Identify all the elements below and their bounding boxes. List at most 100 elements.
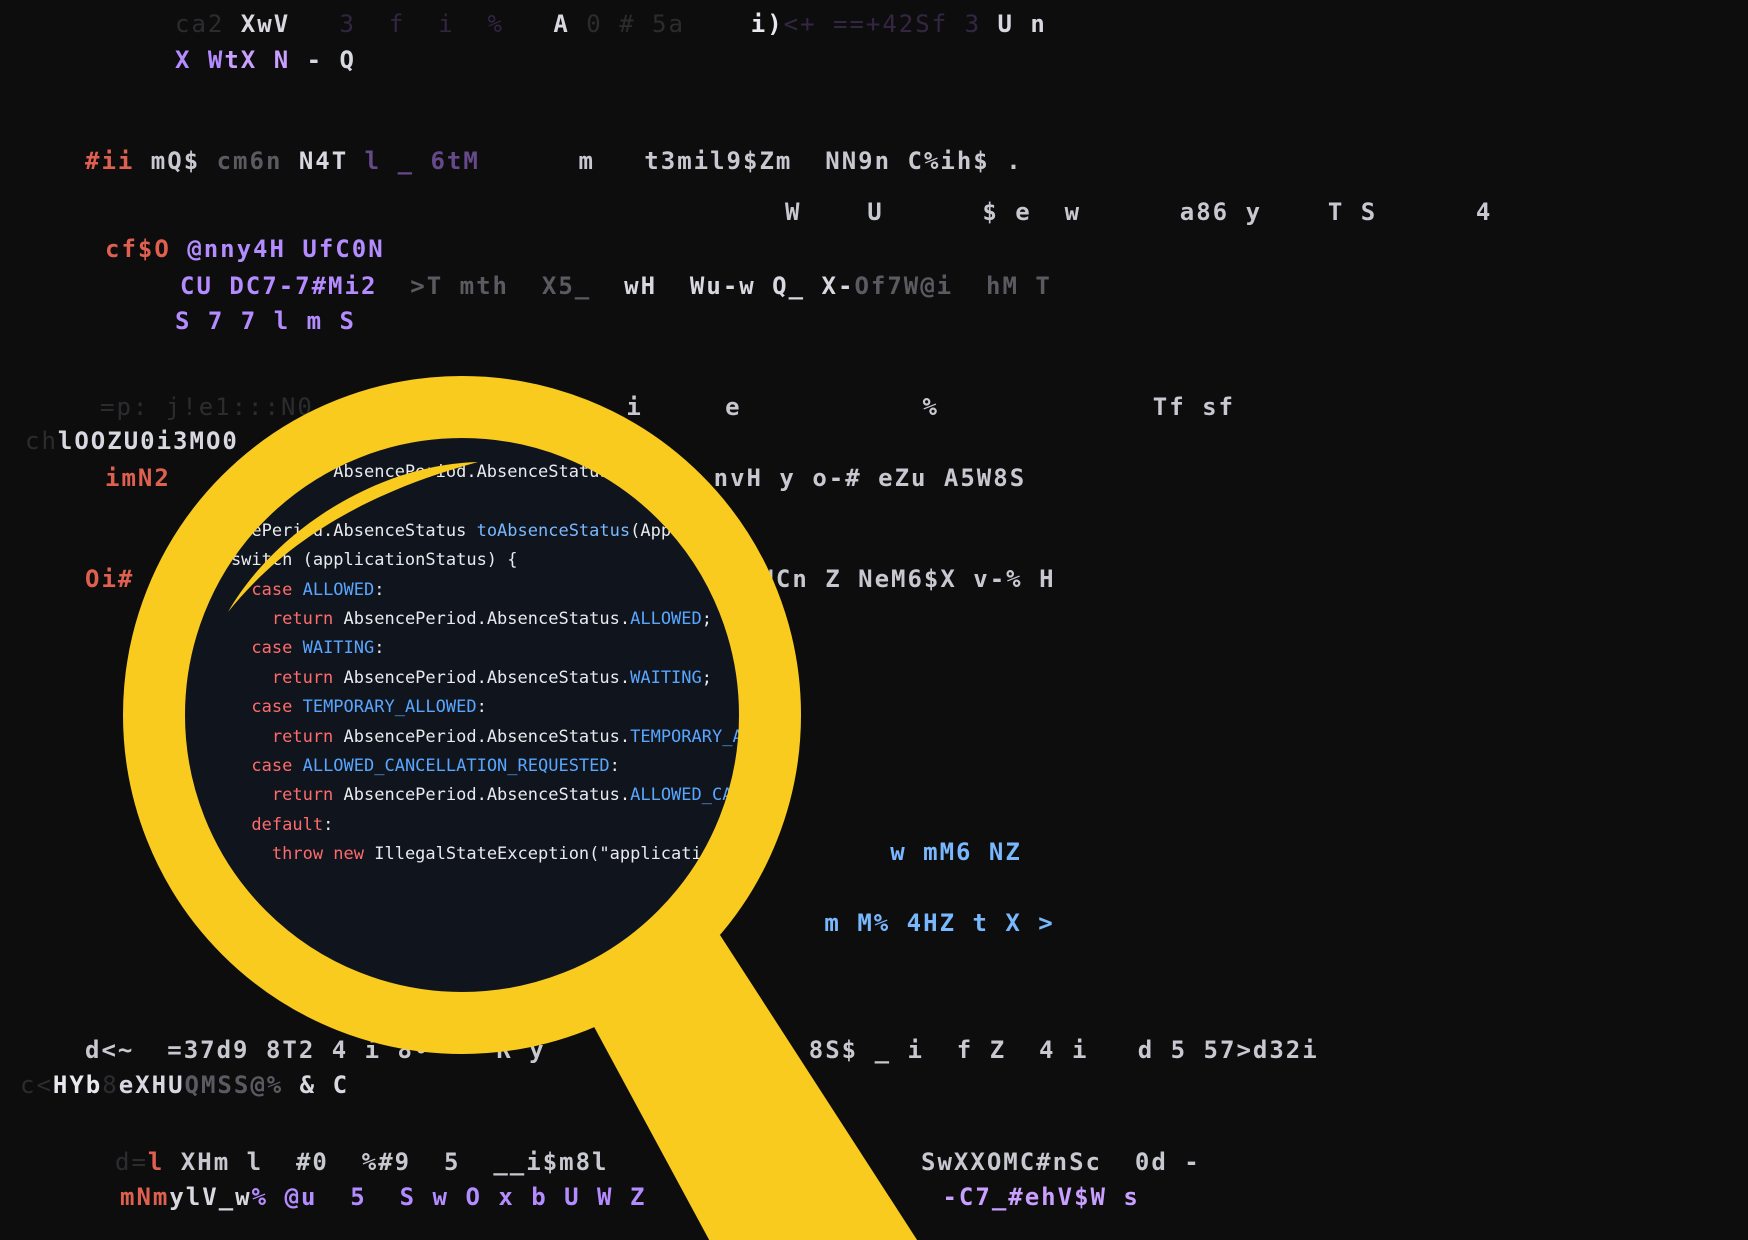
background-code-fragment: W U $ e w a86 y T S 4 [785,198,1493,226]
code-token: default [190,814,324,835]
background-code-fragment: 3 f i % [290,10,554,38]
code-token: ; [701,667,713,688]
code-token: AbsencePeriod.AbsenceStatus [190,520,477,541]
code-line: case ALLOWED_CANCELLATION_REQUESTED: [190,756,620,776]
background-code-fragment: m t3mil9$Zm NN9n C%ih$ . [479,147,1023,175]
background-code-fragment: X W [175,46,225,74]
code-token: case [190,697,303,718]
background-code-fragment: HYb [52,1071,103,1099]
code-line: return AbsencePeriod.AbsenceStatus.ALLOW… [190,609,712,629]
background-code-fragment: lOOZU0i3MO0 [57,427,239,455]
background-code-line: imN2 uv- nvH y o-# eZu A5W8S [105,464,1026,492]
background-code-fragment: mNm [120,1183,170,1211]
code-token: ; [804,726,815,747]
background-code-fragment: d<~ =37d9 8T2 4 i 8• R y 09H c t 8S$ _ i… [85,1036,1319,1064]
background-code-fragment: l [147,1148,165,1176]
code-line: return AbsencePeriod.AbsenceStatus.TEMPO… [190,726,815,747]
code-token: case [190,756,303,776]
background-code-fragment: 8 [102,1071,119,1099]
code-token: AbsencePeriod.AbsenceStatus. [343,609,631,629]
background-code-fragment: N4T [298,147,349,175]
code-token: ALLOWED [630,609,702,629]
background-code-fragment: QMSS@% [184,1071,284,1099]
background-code-fragment: -C7_#ehV$W s [646,1183,1140,1211]
code-line: case TEMPORARY_ALLOWED: [190,697,487,718]
code-token: : [476,697,487,718]
background-code-fragment: CU DC7-7#Mi2 [180,272,394,300]
background-code-fragment: Oi# [85,565,135,593]
code-token: AbsencePeriod.AbsenceStatus. [343,726,631,747]
background-code-fragment: l _ 6tM [348,147,480,175]
background-code-fragment: S 7 7 l m S [175,307,356,335]
code-token: : [323,814,334,835]
code-token: WAITING [302,638,375,659]
code-line: AbsencePeriod.AbsenceStatus toAbsenceSta… [190,520,815,541]
code-line: default: [190,815,333,835]
background-code-line: #ii mQ$ cm6n N4T l _ 6tM m t3mil9$Zm NN9… [85,147,1023,175]
code-line: return AbsencePeriod.AbsenceStatus.ALLOW… [190,785,948,806]
background-code-fragment: =p: j!e1:::N0 [100,393,314,421]
code-token: AbsencePeriod.AbsenceStatus. [343,785,631,806]
code-token: WAITING [630,667,702,688]
background-code-fragment: >T mth X5_ [393,272,608,300]
background-code-line: W U $ e w a86 y T S 4 [785,198,1492,226]
background-code-line: cf$O @nny4H UfC0N [105,235,385,263]
code-token: ALLOWED_CANCELLATION_REQUESTED [630,785,938,806]
background-code-fragment: ylV_w [169,1183,252,1211]
code-token: return [190,609,344,629]
background-code-fragment: d= [115,1148,148,1176]
background-code-fragment: XHm l #0 %#9 5 __i$m8l SwXXOMC#nSc 0d - [164,1148,1201,1176]
code-token: return [190,726,344,747]
code-token: AbsencePeriod.AbsenceStatus. [343,667,631,688]
background-code-fragment: m M% 4HZ t X > [150,909,1055,937]
background-code-fragment: & C [283,1071,350,1099]
code-line: return AbsencePeriod.AbsenceStatus.WAITI… [190,668,712,688]
background-code-fragment: U n [997,10,1047,38]
background-code-line: w mM6 NZ [150,838,1022,866]
background-code-fragment: <+ ==+42Sf 3 [783,10,998,38]
background-code-fragment: @nny4H UfC0N [170,235,385,263]
code-token: TEMPORARY_ALLOWED [630,726,805,747]
background-code-fragment: wH Wu-w Q_ X- [607,272,855,300]
background-code-line: =p: j!e1:::N0 5 s i e % Tf sf [100,393,1235,421]
background-code-line: c<HYb8eXHUQMSS@% & C [20,1071,349,1099]
background-code-fragment: ca2 [175,10,241,38]
code-token: TEMPORARY_ALLOWED [302,697,477,718]
code-token: return [190,785,344,806]
background-code-fragment: c< [20,1071,53,1099]
background-code-fragment: mQ$ [134,147,201,175]
code-token: (ApplicationStatus [630,520,815,541]
background-code-line: CU DC7-7#Mi2 >T mth X5_ wH Wu-w Q_ X-Of7… [180,272,1052,300]
background-code-fragment: Of7W@i hM T [854,272,1052,300]
background-code-fragment: tX N [224,46,307,74]
background-code-fragment: cf$O [105,235,171,263]
background-code-fragment: w mM6 NZ [150,838,1022,866]
background-code-fragment: uv- nvH y o-# eZu A5W8S [170,464,1027,492]
code-background-illustration: ca2 XwV 3 f i % A 0 # 5a i)<+ ==+42Sf 3 … [0,0,1748,1240]
code-token: : [609,756,620,776]
background-code-line: d=l XHm l #0 %#9 5 __i$m8l SwXXOMC#nSc 0… [115,1148,1201,1176]
code-token: ; [937,785,948,806]
background-code-line: mNmylV_w% @u 5 S w O x b U W Z -C7_#ehV$… [120,1183,1140,1211]
background-code-fragment: % @u 5 S w O x b U W Z [251,1183,647,1211]
background-code-line: X WtX N - Q [175,46,356,74]
background-code-fragment: XwV [240,10,291,38]
background-code-line: ca2 XwV 3 f i % A 0 # 5a i)<+ ==+42Sf 3 … [175,10,1047,38]
background-code-fragment: A [553,10,570,38]
background-code-line: d<~ =37d9 8T2 4 i 8• R y 09H c t 8S$ _ i… [85,1036,1319,1064]
code-token: case [190,638,303,659]
background-code-fragment: 0 # 5a [569,10,751,38]
background-code-fragment: NCn Z NeM6$X v-% H [134,565,1056,593]
code-token: ; [701,609,713,629]
background-code-fragment: #ii [85,147,135,175]
background-code-fragment: cm6n [200,147,299,175]
background-code-line: S 7 7 l m S [175,307,356,335]
code-line: case WAITING: [190,638,385,659]
code-token: return [190,667,344,688]
background-code-line: chlOOZU0i3MO0 [25,427,239,455]
code-token: : [374,638,385,659]
background-code-line: Oi# NCn Z NeM6$X v-% H [85,565,1056,593]
background-code-fragment: ch [25,427,58,455]
background-code-fragment: imN2 [105,464,171,492]
code-token: toAbsenceStatus [476,520,631,541]
